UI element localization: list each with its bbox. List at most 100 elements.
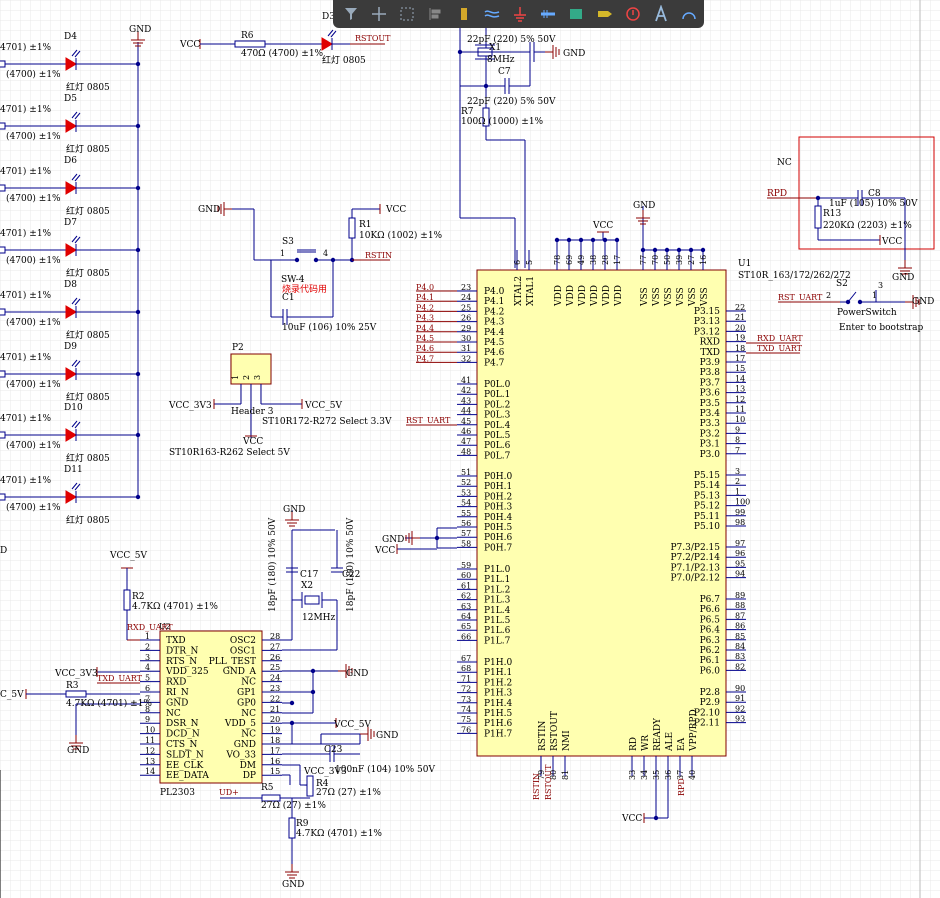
pin-number: 65 bbox=[461, 622, 471, 631]
label-text: 4.7KΩ (4701) ±1% bbox=[66, 698, 152, 709]
pin-name: DSR_N bbox=[166, 719, 199, 729]
label-text: 100Ω (1000) ±1% bbox=[461, 116, 544, 127]
pin-number: 77 bbox=[639, 255, 648, 265]
align-icon[interactable] bbox=[422, 2, 449, 26]
pin-name: P0L.4 bbox=[484, 421, 511, 431]
pin-number: 6 bbox=[145, 684, 150, 693]
pin-name: P0H.3 bbox=[484, 503, 512, 513]
label-text: R13 bbox=[823, 209, 842, 219]
power-port-icon[interactable] bbox=[506, 2, 533, 26]
select-rect-icon[interactable] bbox=[393, 2, 420, 26]
vcc-label: C_5V bbox=[0, 690, 24, 700]
label-text: 4.7KΩ (4701) ±1% bbox=[132, 601, 218, 612]
resistor-body bbox=[0, 431, 6, 439]
pin-number: 59 bbox=[461, 561, 471, 570]
pin-name: P3.15 bbox=[694, 307, 720, 317]
port-icon[interactable] bbox=[591, 2, 618, 26]
pin-name: VPP/RPD bbox=[689, 709, 699, 752]
pin-number: 2 bbox=[242, 375, 251, 380]
junction-dot bbox=[289, 700, 295, 706]
pin-number: 24 bbox=[270, 674, 280, 683]
schematic-sheet[interactable]: D44701) ±1%(4700) ±1%红灯 0805D54701) ±1%(… bbox=[0, 0, 940, 898]
pin-number: 6 bbox=[513, 260, 522, 265]
resistor-body bbox=[306, 775, 314, 797]
led-ref: D8 bbox=[64, 280, 77, 290]
pin-name: P1H.6 bbox=[484, 719, 512, 729]
pin-name: XTAL2 bbox=[514, 276, 524, 306]
vcc-label: VCC_3V3 bbox=[168, 401, 212, 411]
pin-number: 68 bbox=[461, 664, 471, 673]
pin-number: 16 bbox=[270, 757, 280, 766]
pin-number: 85 bbox=[735, 632, 745, 641]
pin-name: RXD bbox=[700, 338, 720, 348]
pin-number: 62 bbox=[461, 592, 471, 601]
filter-icon[interactable] bbox=[337, 2, 364, 26]
pin-name: P2.9 bbox=[700, 698, 721, 708]
net-label: RSTOUT bbox=[544, 764, 553, 800]
pin-name: P0L.6 bbox=[484, 441, 511, 451]
led-ref: D7 bbox=[64, 218, 77, 228]
label-text: ST10R172-R272 Select 3.3V bbox=[262, 417, 392, 427]
u1-body bbox=[476, 269, 727, 757]
pin-number: 55 bbox=[461, 509, 471, 518]
directive-icon[interactable] bbox=[619, 2, 646, 26]
wire-icon[interactable] bbox=[478, 2, 505, 26]
component-icon[interactable] bbox=[450, 2, 477, 26]
vcc-label: VCC_3V3 bbox=[54, 669, 98, 679]
pin-name: VDD bbox=[590, 285, 600, 307]
vcc-label: VCC_5V bbox=[333, 720, 371, 730]
pin-number: 26 bbox=[461, 314, 471, 323]
text-icon[interactable] bbox=[648, 2, 675, 26]
label-text: 3 bbox=[878, 281, 883, 290]
bus-icon[interactable] bbox=[535, 2, 562, 26]
pin-name: P6.7 bbox=[700, 595, 721, 605]
pin-name: P1H.5 bbox=[484, 709, 512, 719]
pin-name: P1L.0 bbox=[484, 565, 511, 575]
pin-number: 70 bbox=[651, 255, 660, 265]
resistor-value: 4701) ±1% bbox=[0, 352, 52, 363]
resistor-body bbox=[0, 493, 6, 501]
pin-name: WR bbox=[641, 735, 651, 751]
crosshair-icon[interactable] bbox=[365, 2, 392, 26]
net-label: RPD bbox=[767, 189, 787, 199]
pin-number: 46 bbox=[461, 427, 471, 436]
pin-number: 25 bbox=[461, 303, 471, 312]
pin-number: 25 bbox=[270, 663, 280, 672]
resistor-body bbox=[123, 589, 131, 611]
pin-number: 34 bbox=[640, 770, 649, 780]
resistor-value: 4701) ±1% bbox=[0, 166, 52, 177]
pin-name: P6.1 bbox=[700, 656, 720, 666]
pin-name: GND_A bbox=[223, 667, 257, 677]
pin-name: RD bbox=[629, 737, 639, 751]
pin-number: 4 bbox=[145, 663, 150, 672]
pin-number: 16 bbox=[699, 255, 708, 265]
arc-icon[interactable] bbox=[676, 2, 703, 26]
pin-number: 8 bbox=[735, 436, 740, 445]
resistor-body bbox=[0, 122, 6, 130]
pin-number: 18 bbox=[270, 736, 280, 745]
gnd-label: GND bbox=[633, 201, 655, 211]
pin-number: 11 bbox=[145, 736, 155, 745]
resistor-value: 4701) ±1% bbox=[0, 475, 52, 486]
pin-name: TXD bbox=[166, 636, 186, 646]
pin-number: 94 bbox=[735, 570, 745, 579]
pin-number: 84 bbox=[735, 642, 745, 651]
led-part: 红灯 0805 bbox=[66, 514, 110, 526]
junction-dot bbox=[688, 247, 694, 253]
gnd-label: GND bbox=[67, 746, 89, 756]
pin-number: 61 bbox=[461, 581, 471, 590]
net-label: P4.1 bbox=[416, 293, 434, 302]
label-text: R7 bbox=[461, 107, 474, 117]
label-text: 10uF (106) 10% 25V bbox=[282, 322, 377, 333]
pin-name: XTAL1 bbox=[526, 276, 536, 306]
pin-number: 88 bbox=[735, 601, 745, 610]
resistor-body bbox=[0, 370, 6, 378]
pin-number: 17 bbox=[270, 746, 280, 755]
label-text: 8MHz bbox=[487, 55, 515, 65]
pin-number: 72 bbox=[461, 685, 471, 694]
pin-number: 21 bbox=[270, 705, 280, 714]
gnd-label: GND bbox=[346, 669, 368, 679]
pin-name: P0L.0 bbox=[484, 380, 511, 390]
resistor-body bbox=[288, 817, 296, 839]
harness-icon[interactable] bbox=[563, 2, 590, 26]
